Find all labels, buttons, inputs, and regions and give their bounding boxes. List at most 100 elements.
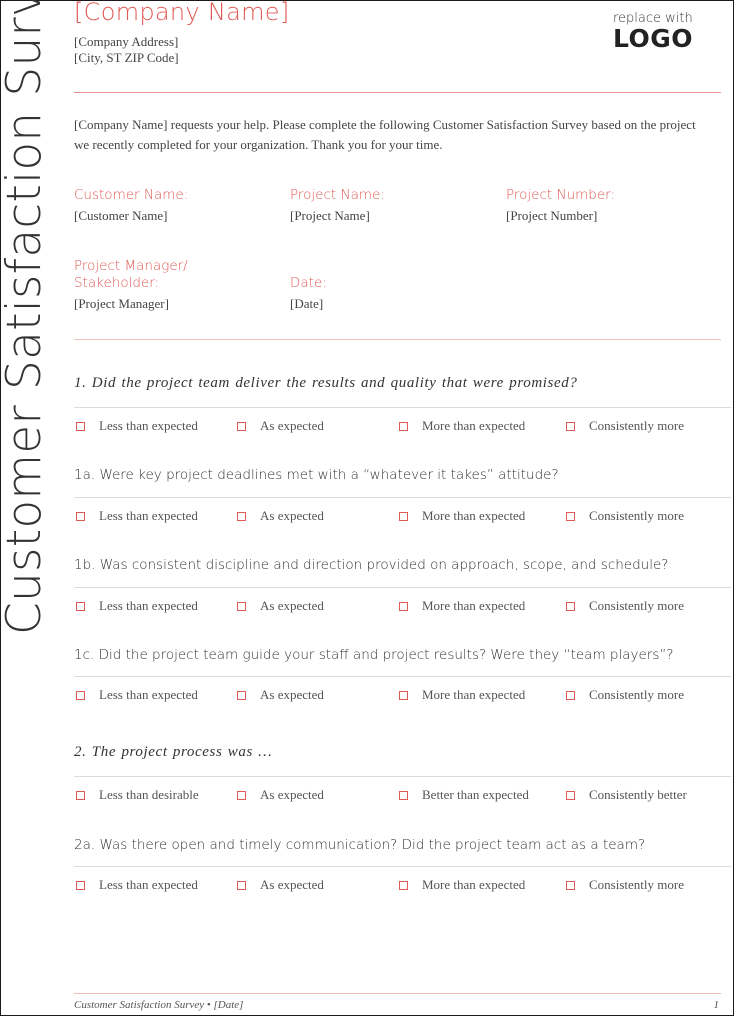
checkbox-icon[interactable]	[76, 880, 85, 890]
option-label: More than expected	[422, 877, 526, 892]
option-checkbox[interactable]: Less than expected	[74, 508, 198, 524]
option-checkbox[interactable]: Less than expected	[74, 418, 198, 434]
company-city-state-zip: [City, ST ZIP Code]	[74, 50, 179, 65]
option-checkbox[interactable]: Consistently better	[564, 787, 687, 803]
option-label: Better than expected	[422, 787, 529, 802]
checkbox-icon[interactable]	[399, 511, 408, 521]
question-1b: 1b. Was consistent discipline and direct…	[74, 557, 669, 573]
checkbox-icon[interactable]	[76, 421, 85, 431]
project-manager-value[interactable]: [Project Manager]	[74, 296, 169, 312]
option-checkbox[interactable]: More than expected	[397, 418, 525, 434]
question-1c: 1c. Did the project team guide your staf…	[74, 647, 674, 663]
option-checkbox[interactable]: Less than expected	[74, 598, 198, 614]
option-label: Less than expected	[99, 877, 198, 892]
option-checkbox[interactable]: Consistently more	[564, 877, 684, 893]
option-checkbox[interactable]: More than expected	[397, 877, 525, 893]
checkbox-icon[interactable]	[399, 690, 408, 700]
checkbox-icon[interactable]	[237, 601, 246, 611]
option-checkbox[interactable]: As expected	[235, 687, 324, 703]
question-1: 1. Did the project team deliver the resu…	[74, 375, 578, 391]
fields-divider	[74, 339, 721, 340]
option-checkbox[interactable]: Better than expected	[397, 787, 529, 803]
company-name: [Company Name]	[74, 0, 290, 26]
project-number-label: Project Number:	[506, 187, 616, 203]
footer-text: Customer Satisfaction Survey • [Date]	[74, 999, 244, 1011]
option-label: Consistently more	[589, 687, 684, 702]
checkbox-icon[interactable]	[76, 790, 85, 800]
option-checkbox[interactable]: Consistently more	[564, 508, 684, 524]
checkbox-icon[interactable]	[399, 601, 408, 611]
question-divider	[74, 676, 731, 677]
checkbox-icon[interactable]	[76, 511, 85, 521]
project-manager-label-line2: Stakeholder:	[74, 275, 160, 291]
checkbox-icon[interactable]	[237, 880, 246, 890]
option-label: Consistently more	[589, 508, 684, 523]
logo-big-text: LOGO	[613, 24, 694, 53]
option-label: Consistently more	[589, 418, 684, 433]
checkbox-icon[interactable]	[399, 790, 408, 800]
question-1a-options: Less than expected As expected More than…	[74, 508, 714, 526]
checkbox-icon[interactable]	[399, 421, 408, 431]
checkbox-icon[interactable]	[76, 690, 85, 700]
option-checkbox[interactable]: As expected	[235, 418, 324, 434]
question-2-options: Less than desirable As expected Better t…	[74, 787, 714, 805]
checkbox-icon[interactable]	[566, 880, 575, 890]
checkbox-icon[interactable]	[566, 601, 575, 611]
checkbox-icon[interactable]	[566, 511, 575, 521]
checkbox-icon[interactable]	[566, 690, 575, 700]
option-label: As expected	[260, 877, 324, 892]
option-checkbox[interactable]: As expected	[235, 877, 324, 893]
question-divider	[74, 776, 731, 777]
project-name-value[interactable]: [Project Name]	[290, 208, 370, 224]
option-checkbox[interactable]: Consistently more	[564, 598, 684, 614]
customer-name-label: Customer Name:	[74, 187, 189, 203]
company-address: [Company Address]	[74, 34, 179, 49]
question-divider	[74, 407, 731, 408]
option-checkbox[interactable]: Less than desirable	[74, 787, 199, 803]
customer-name-value[interactable]: [Customer Name]	[74, 208, 168, 224]
checkbox-icon[interactable]	[237, 690, 246, 700]
option-checkbox[interactable]: Less than expected	[74, 877, 198, 893]
question-1-options: Less than expected As expected More than…	[74, 418, 714, 436]
project-name-label: Project Name:	[290, 187, 385, 203]
question-1b-options: Less than expected As expected More than…	[74, 598, 714, 616]
option-checkbox[interactable]: More than expected	[397, 508, 525, 524]
option-checkbox[interactable]: More than expected	[397, 598, 525, 614]
question-1c-options: Less than expected As expected More than…	[74, 687, 714, 705]
option-label: More than expected	[422, 508, 526, 523]
footer-divider	[74, 993, 721, 994]
header-divider	[74, 92, 721, 93]
option-checkbox[interactable]: As expected	[235, 508, 324, 524]
option-label: Less than expected	[99, 687, 198, 702]
option-label: As expected	[260, 418, 324, 433]
question-2a: 2a. Was there open and timely communicat…	[74, 837, 646, 853]
option-label: As expected	[260, 687, 324, 702]
checkbox-icon[interactable]	[566, 421, 575, 431]
checkbox-icon[interactable]	[76, 601, 85, 611]
question-divider	[74, 587, 731, 588]
page-number: 1	[713, 999, 720, 1011]
option-checkbox[interactable]: More than expected	[397, 687, 525, 703]
checkbox-icon[interactable]	[566, 790, 575, 800]
date-value[interactable]: [Date]	[290, 296, 323, 312]
checkbox-icon[interactable]	[237, 790, 246, 800]
project-number-value[interactable]: [Project Number]	[506, 208, 597, 224]
option-label: More than expected	[422, 598, 526, 613]
option-checkbox[interactable]: Consistently more	[564, 687, 684, 703]
option-checkbox[interactable]: Consistently more	[564, 418, 684, 434]
option-label: Consistently better	[589, 787, 687, 802]
option-label: As expected	[260, 508, 324, 523]
checkbox-icon[interactable]	[399, 880, 408, 890]
option-checkbox[interactable]: Less than expected	[74, 687, 198, 703]
checkbox-icon[interactable]	[237, 421, 246, 431]
date-label: Date:	[290, 275, 327, 291]
option-checkbox[interactable]: As expected	[235, 598, 324, 614]
side-title: Customer Satisfaction Survey	[0, 0, 52, 635]
option-label: Less than expected	[99, 598, 198, 613]
checkbox-icon[interactable]	[237, 511, 246, 521]
logo-placeholder: replace with LOGO	[613, 11, 713, 51]
option-label: Less than expected	[99, 508, 198, 523]
intro-paragraph: [Company Name] requests your help. Pleas…	[74, 117, 696, 152]
question-1a: 1a. Were key project deadlines met with …	[74, 467, 559, 483]
option-checkbox[interactable]: As expected	[235, 787, 324, 803]
